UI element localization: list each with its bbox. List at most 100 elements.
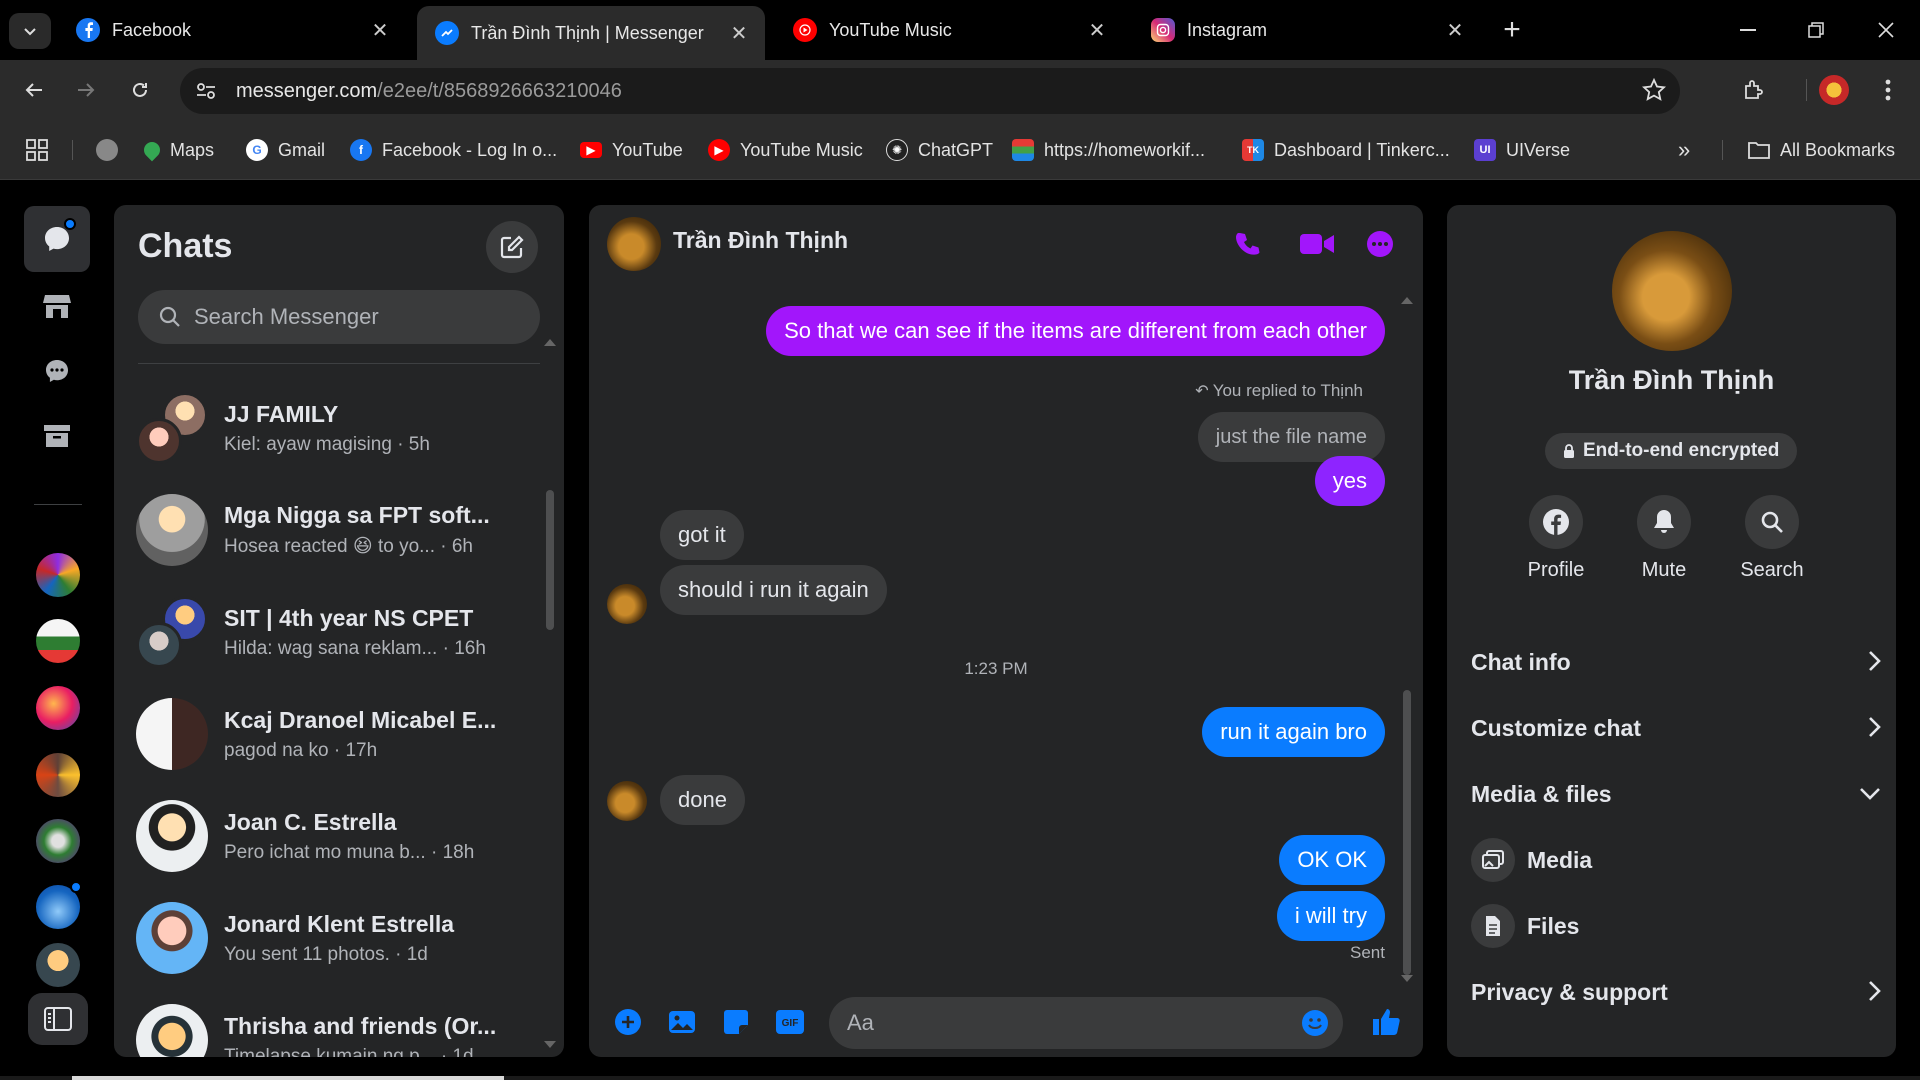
conversation-scrollbar[interactable] bbox=[1403, 690, 1411, 975]
scroll-up-arrow[interactable] bbox=[1401, 297, 1413, 304]
sticker-icon[interactable] bbox=[719, 1005, 753, 1039]
chat-item-kcaj[interactable]: Kcaj Dranoel Micabel E... pagod na ko · 1… bbox=[136, 683, 536, 785]
close-icon[interactable]: ✕ bbox=[1085, 18, 1109, 42]
youtube-music-icon bbox=[793, 18, 817, 42]
profile-avatar-icon[interactable] bbox=[1818, 74, 1850, 106]
new-tab-button[interactable]: + bbox=[1496, 13, 1528, 46]
search-input[interactable]: Search Messenger bbox=[138, 290, 540, 344]
mute-action[interactable]: Mute bbox=[1609, 495, 1719, 582]
message-outgoing[interactable]: run it again bro bbox=[1202, 707, 1385, 757]
minimize-button[interactable] bbox=[1728, 10, 1768, 50]
contact-name[interactable]: Trần Đình Thịnh bbox=[673, 227, 848, 254]
bookmark-star-icon[interactable] bbox=[1642, 78, 1666, 102]
chat-item-joan[interactable]: Joan C. Estrella Pero ichat mo muna b... … bbox=[136, 785, 536, 887]
site-settings-icon[interactable] bbox=[194, 79, 218, 103]
close-icon[interactable]: ✕ bbox=[727, 21, 751, 45]
rail-group-avatar[interactable] bbox=[36, 881, 82, 929]
rail-archive[interactable] bbox=[24, 403, 90, 469]
tab-youtube-music[interactable]: YouTube Music ✕ bbox=[775, 8, 1123, 52]
media-files-row[interactable]: Media & files bbox=[1471, 772, 1881, 816]
bookmark-youtube[interactable]: ▶ YouTube bbox=[580, 136, 683, 164]
scroll-down-arrow[interactable] bbox=[544, 1041, 556, 1048]
bookmark-youtube-music[interactable]: ▶ YouTube Music bbox=[708, 136, 863, 164]
bookmark-gmail[interactable]: G Gmail bbox=[246, 136, 325, 164]
video-call-icon[interactable] bbox=[1297, 227, 1337, 261]
rail-group-avatar[interactable] bbox=[36, 753, 80, 797]
bookmark-maps[interactable]: Maps bbox=[140, 136, 214, 164]
all-bookmarks-button[interactable]: All Bookmarks bbox=[1748, 136, 1895, 164]
rail-group-avatar[interactable] bbox=[36, 553, 80, 597]
rail-group-avatar[interactable] bbox=[36, 686, 80, 730]
chat-item-fpt[interactable]: Mga Nigga sa FPT soft... Hosea reacted 😆 … bbox=[136, 479, 536, 581]
row-label: Privacy & support bbox=[1471, 978, 1668, 1005]
rail-marketplace[interactable] bbox=[24, 273, 90, 339]
close-icon[interactable]: ✕ bbox=[368, 18, 392, 42]
phone-icon[interactable] bbox=[1231, 227, 1265, 261]
bookmark-chatgpt[interactable]: ✺ ChatGPT bbox=[886, 136, 993, 164]
toggle-sidebar-button[interactable] bbox=[28, 993, 88, 1045]
contact-avatar[interactable] bbox=[607, 217, 661, 271]
gif-icon[interactable]: GIF bbox=[773, 1005, 807, 1039]
emoji-icon[interactable] bbox=[1301, 1009, 1329, 1037]
customize-chat-row[interactable]: Customize chat bbox=[1471, 706, 1881, 750]
message-outgoing[interactable]: i will try bbox=[1276, 891, 1385, 941]
tab-instagram[interactable]: Instagram ✕ bbox=[1133, 8, 1481, 52]
message-input[interactable]: Aa bbox=[829, 997, 1343, 1049]
rail-requests[interactable] bbox=[24, 338, 90, 404]
rail-chats[interactable] bbox=[24, 206, 90, 272]
forward-icon[interactable] bbox=[70, 74, 102, 106]
privacy-support-row[interactable]: Privacy & support bbox=[1471, 970, 1881, 1014]
rail-group-avatar[interactable] bbox=[36, 819, 80, 863]
message-outgoing[interactable]: OK OK bbox=[1279, 835, 1385, 885]
tab-messenger[interactable]: Trần Đình Thịnh | Messenger ✕ bbox=[417, 6, 765, 60]
scroll-up-arrow[interactable] bbox=[544, 339, 556, 346]
chat-item-sit[interactable]: SIT | 4th year NS CPET Hilda: wag sana re… bbox=[136, 581, 536, 683]
address-bar[interactable]: messenger.com/e2ee/t/8568926663210046 bbox=[180, 68, 1680, 114]
close-icon[interactable]: ✕ bbox=[1443, 18, 1467, 42]
scroll-down-arrow[interactable] bbox=[1401, 975, 1413, 982]
timestamp: 1:23 PM bbox=[964, 659, 1028, 678]
chat-item-jonard[interactable]: Jonard Klent Estrella You sent 11 photos.… bbox=[136, 887, 536, 989]
bookmark-uiverse[interactable]: UI UIVerse bbox=[1474, 136, 1570, 164]
message-incoming[interactable]: got it bbox=[660, 510, 744, 560]
chat-item-thrisha[interactable]: Thrisha and friends (Or... Timelapse kuma… bbox=[136, 989, 536, 1057]
more-options-icon[interactable] bbox=[1363, 227, 1397, 261]
row-label: Customize chat bbox=[1471, 714, 1641, 741]
plus-icon[interactable] bbox=[611, 1005, 645, 1039]
message-outgoing[interactable]: yes bbox=[1314, 456, 1385, 506]
menu-kebab-icon[interactable] bbox=[1872, 74, 1904, 106]
encryption-label: End-to-end encrypted bbox=[1583, 440, 1780, 461]
message-incoming[interactable]: should i run it again bbox=[660, 565, 887, 615]
encryption-badge[interactable]: End-to-end encrypted bbox=[1545, 433, 1798, 469]
tab-search-button[interactable] bbox=[9, 13, 51, 49]
bookmark-homework[interactable]: https://homeworkif... bbox=[1012, 136, 1205, 164]
globe-icon[interactable] bbox=[96, 136, 128, 164]
media-row[interactable]: Media bbox=[1471, 838, 1592, 882]
rail-user-avatar[interactable] bbox=[36, 943, 80, 987]
search-action[interactable]: Search bbox=[1717, 495, 1827, 582]
message-incoming[interactable]: done bbox=[660, 775, 745, 825]
profile-action[interactable]: Profile bbox=[1501, 495, 1611, 582]
restore-button[interactable] bbox=[1796, 10, 1836, 50]
more-bookmarks-icon[interactable]: » bbox=[1678, 136, 1690, 164]
quoted-message[interactable]: just the file name bbox=[1197, 412, 1385, 462]
extensions-icon[interactable] bbox=[1738, 74, 1770, 106]
reload-icon[interactable] bbox=[124, 74, 156, 106]
contact-avatar-large[interactable] bbox=[1612, 231, 1732, 351]
chat-list-scrollbar[interactable] bbox=[546, 490, 554, 630]
thumbs-up-icon[interactable] bbox=[1369, 1005, 1403, 1039]
chat-preview: Hilda: wag sana reklam... · 16h bbox=[224, 637, 486, 659]
chat-item-jj-family[interactable]: JJ FAMILY Kiel: ayaw magising · 5h bbox=[136, 377, 536, 479]
chat-info-row[interactable]: Chat info bbox=[1471, 640, 1881, 684]
apps-grid-icon[interactable] bbox=[26, 136, 48, 164]
rail-group-avatar[interactable] bbox=[36, 619, 80, 663]
files-row[interactable]: Files bbox=[1471, 904, 1579, 948]
message-outgoing[interactable]: So that we can see if the items are diff… bbox=[766, 306, 1385, 356]
close-window-button[interactable] bbox=[1866, 10, 1906, 50]
tab-facebook[interactable]: Facebook ✕ bbox=[58, 8, 406, 52]
bookmark-tinkercad[interactable]: TK Dashboard | Tinkerc... bbox=[1242, 136, 1450, 164]
back-icon[interactable] bbox=[18, 74, 50, 106]
image-icon[interactable] bbox=[665, 1005, 699, 1039]
bookmark-facebook[interactable]: f Facebook - Log In o... bbox=[350, 136, 557, 164]
new-message-button[interactable] bbox=[486, 221, 538, 273]
